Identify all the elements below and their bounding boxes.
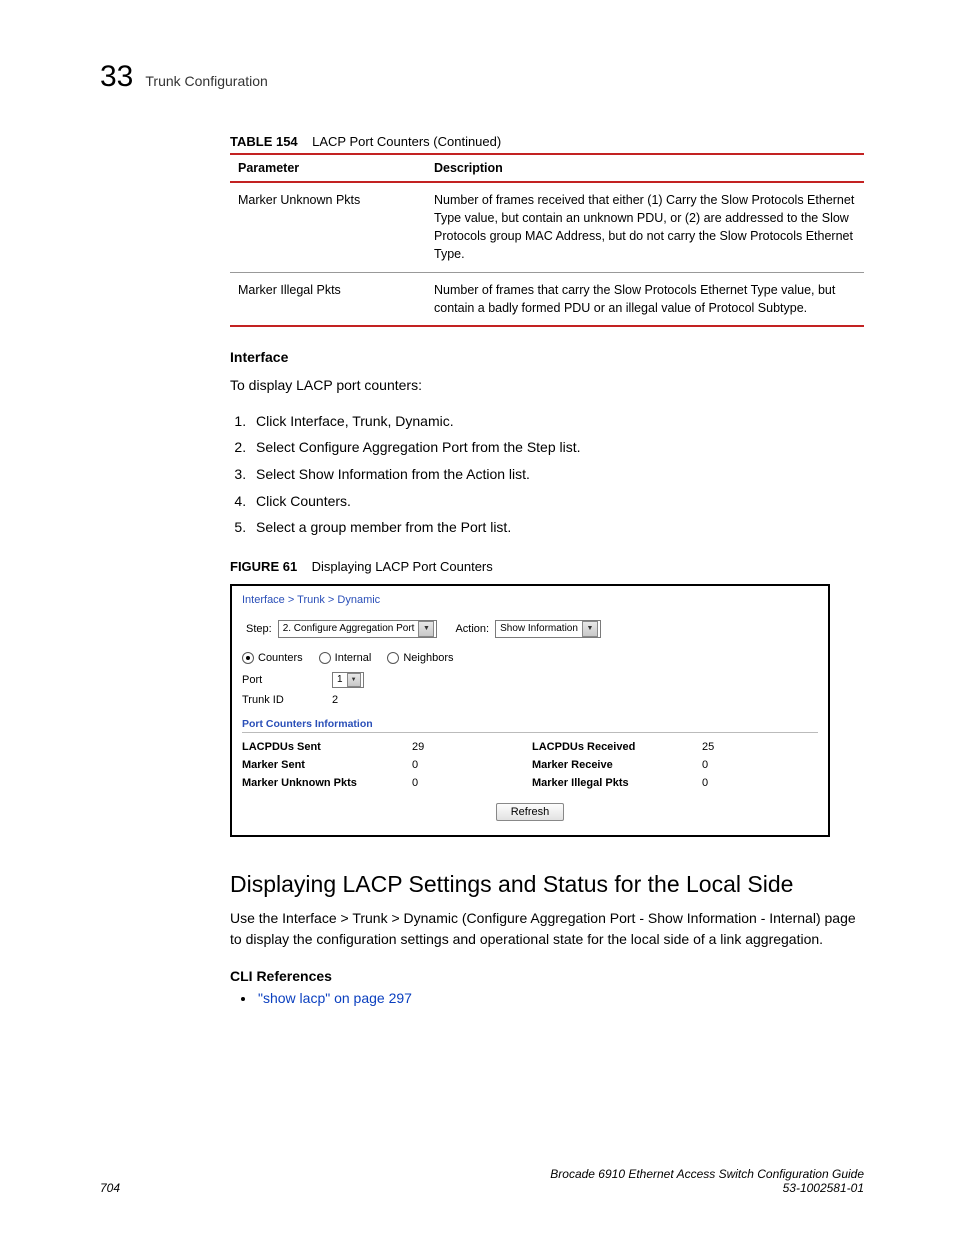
trunk-label: Trunk ID	[242, 694, 292, 706]
doc-id: 53-1002581-01	[783, 1181, 864, 1195]
section-body: Use the Interface > Trunk > Dynamic (Con…	[230, 908, 864, 950]
step-value: 2. Configure Aggregation Port	[283, 623, 415, 634]
stats-grid: LACPDUs Sent 29 LACPDUs Received 25 Mark…	[242, 741, 818, 789]
section-heading: Displaying LACP Settings and Status for …	[230, 871, 864, 898]
action-label: Action:	[455, 623, 489, 635]
stat-label: Marker Illegal Pkts	[532, 777, 702, 789]
desc-cell: Number of frames that carry the Slow Pro…	[426, 272, 864, 326]
stat-value: 0	[702, 777, 762, 789]
list-item: "show lacp" on page 297	[256, 990, 864, 1006]
port-row: Port 1 ▼	[242, 672, 818, 688]
cli-heading: CLI References	[230, 968, 864, 984]
lacp-counters-table: Parameter Description Marker Unknown Pkt…	[230, 153, 864, 327]
stat-label: Marker Receive	[532, 759, 702, 771]
trunk-value: 2	[332, 694, 338, 706]
col-description: Description	[426, 154, 864, 182]
port-value: 1	[337, 674, 343, 685]
steps-list: Click Interface, Trunk, Dynamic. Select …	[230, 408, 864, 541]
chapter-number: 33	[100, 60, 133, 94]
radio-label: Internal	[335, 652, 372, 664]
cli-link[interactable]: "show lacp" on page 297	[258, 990, 412, 1006]
radio-internal[interactable]: Internal	[319, 652, 372, 664]
table-caption: TABLE 154 LACP Port Counters (Continued)	[230, 134, 864, 149]
stat-value: 0	[412, 759, 532, 771]
stat-label: LACPDUs Sent	[242, 741, 412, 753]
radio-label: Neighbors	[403, 652, 453, 664]
desc-cell: Number of frames received that either (1…	[426, 182, 864, 272]
radio-icon	[319, 652, 331, 664]
radio-row: Counters Internal Neighbors	[242, 652, 818, 664]
page-footer: 704 Brocade 6910 Ethernet Access Switch …	[100, 1167, 864, 1195]
chevron-down-icon: ▼	[418, 621, 434, 637]
controls-row: Step: 2. Configure Aggregation Port ▼ Ac…	[242, 620, 818, 638]
stat-value: 29	[412, 741, 532, 753]
stat-label: LACPDUs Received	[532, 741, 702, 753]
interface-intro: To display LACP port counters:	[230, 375, 864, 396]
table-row: Marker Unknown Pkts Number of frames rec…	[230, 182, 864, 272]
figure-caption: FIGURE 61 Displaying LACP Port Counters	[230, 559, 864, 574]
stat-value: 25	[702, 741, 762, 753]
trunk-row: Trunk ID 2	[242, 694, 818, 706]
stat-value: 0	[412, 777, 532, 789]
list-item: Click Counters.	[250, 488, 864, 515]
radio-icon	[242, 652, 254, 664]
page-header: 33 Trunk Configuration	[100, 60, 864, 94]
stat-value: 0	[702, 759, 762, 771]
page-number: 704	[100, 1181, 120, 1195]
stat-label: Marker Sent	[242, 759, 412, 771]
param-cell: Marker Illegal Pkts	[230, 272, 426, 326]
list-item: Select Show Information from the Action …	[250, 461, 864, 488]
table-label: TABLE 154	[230, 134, 298, 149]
port-dropdown[interactable]: 1 ▼	[332, 672, 364, 688]
table-row: Marker Illegal Pkts Number of frames tha…	[230, 272, 864, 326]
step-label: Step:	[246, 623, 272, 635]
chevron-down-icon: ▼	[582, 621, 598, 637]
radio-label: Counters	[258, 652, 303, 664]
doc-title: Brocade 6910 Ethernet Access Switch Conf…	[550, 1167, 864, 1181]
cli-list: "show lacp" on page 297	[230, 990, 864, 1006]
chevron-down-icon: ▼	[347, 673, 361, 687]
chapter-title: Trunk Configuration	[145, 73, 267, 89]
param-cell: Marker Unknown Pkts	[230, 182, 426, 272]
figure-panel: Interface > Trunk > Dynamic Step: 2. Con…	[230, 584, 830, 837]
radio-counters[interactable]: Counters	[242, 652, 303, 664]
figure-label: FIGURE 61	[230, 559, 297, 574]
step-dropdown[interactable]: 2. Configure Aggregation Port ▼	[278, 620, 438, 638]
action-dropdown[interactable]: Show Information ▼	[495, 620, 601, 638]
breadcrumb: Interface > Trunk > Dynamic	[242, 594, 818, 606]
list-item: Select a group member from the Port list…	[250, 514, 864, 541]
port-label: Port	[242, 674, 292, 686]
list-item: Select Configure Aggregation Port from t…	[250, 434, 864, 461]
stat-label: Marker Unknown Pkts	[242, 777, 412, 789]
interface-heading: Interface	[230, 349, 864, 365]
figure-title: Displaying LACP Port Counters	[312, 559, 493, 574]
radio-neighbors[interactable]: Neighbors	[387, 652, 453, 664]
radio-icon	[387, 652, 399, 664]
col-parameter: Parameter	[230, 154, 426, 182]
table-title: LACP Port Counters (Continued)	[312, 134, 501, 149]
list-item: Click Interface, Trunk, Dynamic.	[250, 408, 864, 435]
pci-heading: Port Counters Information	[242, 718, 818, 733]
refresh-button[interactable]: Refresh	[496, 803, 565, 821]
action-value: Show Information	[500, 623, 578, 634]
